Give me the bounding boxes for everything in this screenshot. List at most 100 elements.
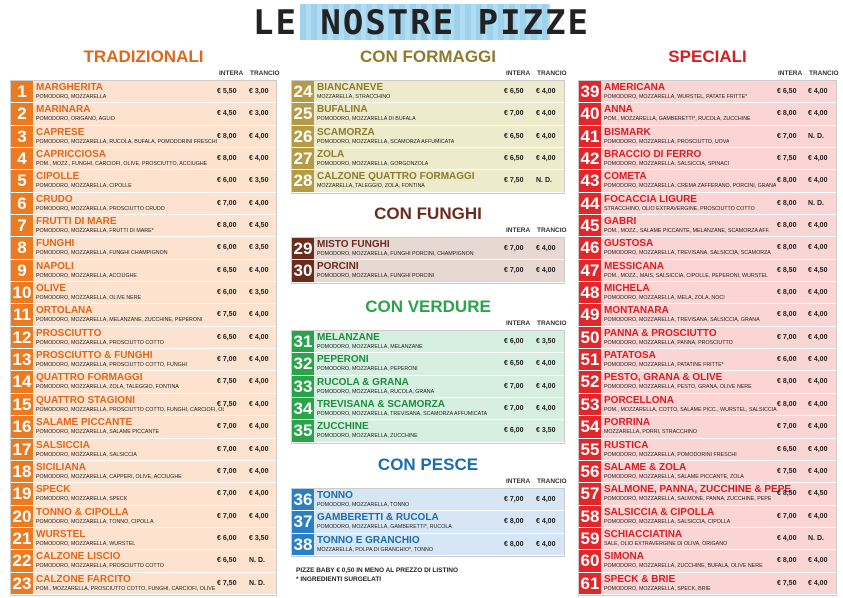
intera-header: INTERA — [506, 70, 531, 77]
price-intera: € 7,00 — [777, 423, 797, 431]
price-trancio: € 4,00 — [808, 155, 828, 163]
pizza-number: 16 — [11, 416, 33, 438]
price-intera: € 5,50 — [217, 88, 237, 95]
pizza-name: CALZONE QUATTRO FORMAGGI — [317, 171, 475, 183]
pizza-name: CAPRICCIOSA — [36, 149, 107, 161]
price-intera: € 8,00 — [777, 289, 797, 297]
price-intera: € 8,00 — [217, 132, 237, 140]
pizza-number: 58 — [579, 505, 601, 527]
price-trancio: N. D. — [249, 557, 265, 565]
pizza-ingredients: POMODORO, MOZZARELLA, TREVISANA, SALSICC… — [604, 250, 771, 257]
pizza-ingredients: POMODORO, MOZZARELLA, SALAME PICCANTE, Z… — [604, 473, 744, 480]
price-intera: € 7,00 — [217, 490, 237, 498]
pizza-ingredients: POMODORO, MOZZARELLA, PROSCIUTTO, UOVA — [604, 138, 730, 145]
pizza-number: 46 — [579, 237, 601, 259]
trancio-header: TRANCIO — [809, 70, 839, 77]
pizza-row: 30 PORCINI POMODORO, MOZZARELLA, FUNGHI PO… — [292, 260, 564, 283]
pizza-name: SALMONE, PANNA, ZUCCHINE & PEPE — [604, 484, 792, 496]
pizza-number: 22 — [11, 550, 33, 572]
price-trancio: € 4,00 — [536, 382, 556, 390]
pizza-ingredients: POM., MOZZARELLA, GAMBERETTI*, RUCOLA, Z… — [604, 116, 751, 123]
pizza-name: MESSICANA — [604, 260, 665, 272]
pizza-row: 18 SICILIANA POMODORO, MOZZARELLA, CAPPERI… — [11, 460, 276, 484]
section-tradizionali: TRADIZIONALI INTERA TRANCIO 1 MARGHERITA P… — [10, 46, 280, 596]
price-trancio: € 4,00 — [249, 445, 269, 453]
price-trancio: N. D. — [808, 132, 824, 140]
pizza-list: 36 TONNO POMODORO, MOZZARELLA, TONNO € 7,00… — [291, 488, 565, 558]
pizza-ingredients: POMODORO, MOZZARELLA, PATATINE FRITTE* — [604, 362, 724, 369]
pizza-ingredients: POMODORO, MOZZARELLA, SALSICCIA — [36, 451, 137, 458]
price-intera: € 7,00 — [777, 132, 797, 140]
price-trancio: € 4,00 — [536, 110, 556, 118]
column-headers: INTERA TRANCIO — [291, 225, 567, 237]
pizza-row: 33 RUCOLA & GRANA POMODORO, MOZZARELLA, RU… — [292, 375, 564, 399]
pizza-name: PANNA & PROSCIUTTO — [604, 327, 717, 339]
pizza-number: 30 — [292, 260, 314, 282]
pizza-name: SICILIANA — [36, 461, 86, 473]
pizza-number: 31 — [292, 331, 314, 353]
price-trancio: € 4,00 — [536, 540, 556, 548]
price-intera: € 7,00 — [504, 245, 524, 252]
pizza-name: BISMARK — [604, 126, 651, 138]
pizza-name: RUCOLA & GRANA — [317, 376, 409, 388]
pizza-ingredients: POMODORO, MOZZARELLA, SALSICCIA, SPINACI — [604, 161, 730, 168]
price-trancio: € 4,00 — [536, 132, 556, 140]
pizza-row: 2 MARINARA POMODORO, ORIGANO, AGLIO € 4,50 €… — [11, 103, 276, 126]
pizza-number: 15 — [11, 393, 33, 416]
pizza-name: PORCELLONA — [604, 394, 674, 406]
pizza-row: 47 MESSICANA POM., MOZZ., MAIS, SALSICCIA,… — [579, 259, 836, 283]
pizza-ingredients: POMODORO, MOZZARELLA, FUNGHI CHAMPIGNON — [36, 250, 168, 257]
pizza-ingredients: POMODORO, MOZZARELLA, CIPOLLE — [36, 183, 132, 190]
pizza-ingredients: POMODORO, MOZZARELLA, OLIVE NERE — [36, 295, 142, 302]
pizza-name: BIANCANEVE — [317, 82, 384, 93]
pizza-ingredients: POMODORO, MOZZARELLA, GAMBERETTI*, RUCOL… — [317, 524, 452, 531]
price-intera: € 7,00 — [504, 496, 524, 503]
pizza-number: 54 — [579, 416, 601, 438]
pizza-row: 13 PROSCIUTTO & FUNGHI POMODORO, MOZZARELL… — [11, 349, 276, 372]
pizza-row: 16 SALAME PICCANTE POMODORO, MOZZARELLA, S… — [11, 416, 276, 439]
price-intera: € 7,00 — [504, 382, 524, 390]
pizza-number: 52 — [579, 371, 601, 393]
pizza-row: 9 NAPOLI POMODORO, MOZZARELLA, ACCIUGHE € 6… — [11, 259, 276, 283]
pizza-row: 21 WURSTEL POMODORO, MOZZARELLA, WURSTEL € … — [11, 527, 276, 551]
price-intera: € 7,00 — [217, 199, 237, 207]
pizza-ingredients: POMODORO, MOZZARELLA, WURSTEL, PATATE FR… — [604, 94, 748, 100]
pizza-name: MISTO FUNGHI — [317, 239, 390, 250]
pizza-row: 3 CAPRESE POMODORO, MOZZARELLA, RUCOLA, BU… — [11, 125, 276, 149]
pizza-ingredients: POMODORO, MOZZARELLA, SALAME PICCANTE — [36, 429, 160, 436]
price-intera: € 6,50 — [777, 445, 797, 453]
pizza-row: 57 SALMONE, PANNA, ZUCCHINE & PEPE POMODOR… — [579, 483, 836, 506]
pizza-row: 54 PORRINA MOZZARELLA, PORRI, STRACCHINO € … — [579, 416, 836, 439]
price-intera: € 6,50 — [504, 360, 524, 368]
pizza-ingredients: POMODORO, MOZZARELLA, PROSCIUTTO COTTO, … — [36, 406, 224, 413]
price-intera: € 7,50 — [217, 311, 237, 319]
price-intera: € 7,00 — [217, 423, 237, 431]
pizza-name: MICHELA — [604, 283, 650, 295]
section-funghi: CON FUNGHI INTERA TRANCIO 29 MISTO FUNGHI… — [291, 203, 567, 284]
pizza-number: 29 — [292, 238, 314, 260]
pizza-name: PORCINI — [317, 261, 359, 273]
pizza-name: NAPOLI — [36, 260, 74, 272]
pizza-row: 7 FRUTTI DI MARE POMODORO, MOZZARELLA, FRU… — [11, 215, 276, 238]
pizza-row: 6 CRUDO POMODORO, MOZZARELLA, PROSCIUTTO C… — [11, 192, 276, 216]
price-intera: € 8,00 — [777, 400, 797, 408]
pizza-number: 14 — [11, 371, 33, 393]
price-trancio: € 4,00 — [536, 155, 556, 163]
pizza-number: 53 — [579, 393, 601, 416]
trancio-header: TRANCIO — [537, 478, 567, 485]
pizza-name: CAPRESE — [36, 126, 85, 138]
pizza-row: 37 GAMBERETTI & RUCOLA POMODORO, MOZZARELL… — [292, 511, 564, 534]
pizza-name: TONNO & CIPOLLA — [36, 506, 129, 518]
price-trancio: € 3,50 — [249, 289, 269, 297]
price-trancio: € 4,00 — [249, 199, 269, 207]
price-intera: € 8,50 — [777, 490, 797, 498]
price-intera: € 6,50 — [504, 132, 524, 140]
pizza-name: PROSCIUTTO & FUNGHI — [36, 350, 153, 362]
pizza-number: 10 — [11, 282, 33, 304]
pizza-name: PROSCIUTTO — [36, 327, 102, 339]
pizza-name: CALZONE LISCIO — [36, 551, 121, 563]
pizza-name: SCHIACCIATINA — [604, 528, 683, 540]
pizza-ingredients: POMODORO, MOZZARELLA, MELANZANE — [317, 344, 423, 350]
pizza-number: 5 — [11, 170, 33, 192]
price-intera: € 7,50 — [217, 378, 237, 386]
